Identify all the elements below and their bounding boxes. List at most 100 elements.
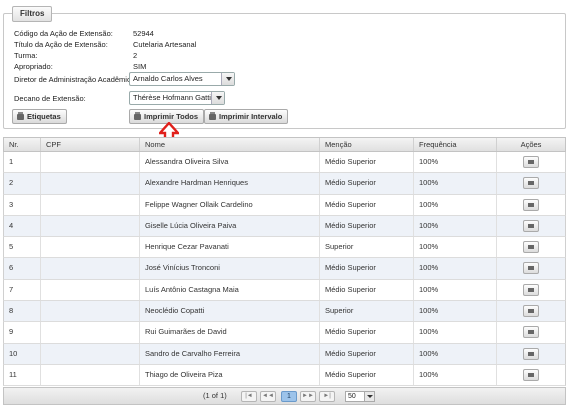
print-certificate-button[interactable] — [523, 219, 539, 232]
dean-label: Decano de Extensão: — [14, 94, 86, 103]
cell-frequencia: 100% — [414, 152, 497, 173]
cell-frequencia: 100% — [414, 343, 497, 364]
cell-nr: 6 — [4, 258, 41, 279]
print-range-button[interactable]: Imprimir Intervalo — [204, 109, 289, 124]
cell-acoes — [497, 173, 565, 193]
cell-acoes — [497, 280, 565, 300]
rows-per-page-select[interactable]: 50 — [345, 391, 375, 402]
dean-select[interactable]: Thérèse Hofmann Gatti — [129, 91, 225, 105]
cell-acoes — [497, 322, 565, 342]
prev-page-button[interactable]: ◄◄ — [260, 391, 276, 402]
table-row[interactable]: 9 Rui Guimarães de David Médio Superior 100… — [3, 322, 566, 344]
table-body: 1 Alessandra Oliveira Silva Médio Superior… — [3, 152, 566, 387]
director-select[interactable]: Arnaldo Carlos Alves — [129, 72, 235, 86]
cell-acoes — [497, 152, 565, 172]
cell-mencao: Superior — [320, 237, 414, 258]
print-certificate-button[interactable] — [523, 156, 539, 168]
cell-cpf — [41, 279, 140, 301]
cell-acoes — [497, 216, 565, 236]
print-certificate-button[interactable] — [523, 305, 539, 318]
print-certificate-button[interactable] — [523, 241, 539, 254]
cell-frequencia: 100% — [414, 194, 497, 215]
table-row[interactable]: 8 Neoclédio Copatti Superior 100% — [3, 301, 566, 323]
cell-acoes — [497, 344, 565, 364]
field-value-codigo: 52944 — [133, 29, 154, 38]
field-label-codigo: Código da Ação de Extensão: — [14, 29, 113, 38]
cell-frequencia: 100% — [414, 215, 497, 237]
cell-frequencia: 100% — [414, 301, 497, 322]
col-header-mencao[interactable]: Menção — [320, 138, 414, 151]
cell-nr: 9 — [4, 322, 41, 343]
print-certificate-button[interactable] — [523, 177, 539, 190]
cell-frequencia: 100% — [414, 322, 497, 343]
table-header: Nr. CPF Nome Menção Frequência Ações — [3, 137, 566, 152]
table-row[interactable]: 3 Felippe Wagner Ollaik Cardelino Médio Su… — [3, 194, 566, 216]
next-page-button[interactable]: ►► — [300, 391, 316, 402]
table-row[interactable]: 10 Sandro de Carvalho Ferreira Médio Super… — [3, 343, 566, 365]
cell-cpf — [41, 343, 140, 364]
cell-nome: Henrique Cezar Pavanati — [140, 237, 320, 258]
print-range-button-label: Imprimir Intervalo — [219, 112, 283, 121]
cell-nome: Rui Guimarães de David — [140, 322, 320, 343]
students-table: Nr. CPF Nome Menção Frequência Ações 1 Al… — [3, 137, 566, 387]
cell-cpf — [41, 301, 140, 322]
field-value-titulo: Cutelaria Artesanal — [133, 40, 197, 49]
chevron-down-icon[interactable] — [211, 92, 224, 104]
cell-mencao: Superior — [320, 301, 414, 322]
cell-mencao: Médio Superior — [320, 322, 414, 343]
table-row[interactable]: 7 Luís Antônio Castagna Maia Médio Superio… — [3, 279, 566, 302]
cell-mencao: Médio Superior — [320, 215, 414, 237]
cell-mencao: Médio Superior — [320, 194, 414, 215]
cell-cpf — [41, 215, 140, 237]
table-row[interactable]: 6 José Vinícius Tronconi Médio Superior 100… — [3, 258, 566, 280]
field-label-apropriado: Apropriado: — [14, 62, 53, 71]
cell-nome: Thiago de Oliveira Piza — [140, 364, 320, 386]
print-certificate-button[interactable] — [523, 198, 539, 211]
cell-nr: 5 — [4, 237, 41, 258]
table-row[interactable]: 1 Alessandra Oliveira Silva Médio Superior… — [3, 152, 566, 174]
rows-per-page-value: 50 — [348, 393, 356, 400]
cell-frequencia: 100% — [414, 364, 497, 386]
cell-nome: Alessandra Oliveira Silva — [140, 152, 320, 173]
page-info: (1 of 1) — [203, 391, 227, 400]
col-header-cpf[interactable]: CPF — [41, 138, 140, 151]
cell-acoes — [497, 195, 565, 215]
table-row[interactable]: 2 Alexandre Hardman Henriques Médio Superi… — [3, 173, 566, 195]
labels-button[interactable]: Etiquetas — [12, 109, 67, 124]
cell-nome: Sandro de Carvalho Ferreira — [140, 343, 320, 364]
cell-cpf — [41, 173, 140, 194]
print-certificate-button[interactable] — [523, 262, 539, 275]
cell-nr: 10 — [4, 343, 41, 364]
director-select-value: Arnaldo Carlos Alves — [133, 74, 203, 83]
print-all-button-label: Imprimir Todos — [144, 112, 199, 121]
table-row[interactable]: 4 Giselle Lúcia Oliveira Paiva Médio Super… — [3, 215, 566, 238]
page-button-1[interactable]: 1 — [281, 391, 297, 402]
cell-nr: 11 — [4, 364, 41, 386]
col-header-nr[interactable]: Nr. — [4, 138, 41, 151]
cell-mencao: Médio Superior — [320, 152, 414, 173]
cell-nr: 3 — [4, 194, 41, 215]
col-header-nome[interactable]: Nome — [140, 138, 320, 151]
table-row[interactable]: 5 Henrique Cezar Pavanati Superior 100% — [3, 237, 566, 259]
col-header-frequencia[interactable]: Frequência — [414, 138, 497, 151]
print-certificate-button[interactable] — [523, 347, 539, 360]
cell-nome: Alexandre Hardman Henriques — [140, 173, 320, 194]
print-certificate-button[interactable] — [523, 326, 539, 339]
cell-mencao: Médio Superior — [320, 258, 414, 279]
labels-button-label: Etiquetas — [27, 112, 61, 121]
cell-acoes — [497, 365, 565, 385]
print-certificate-button[interactable] — [523, 368, 539, 381]
cell-nr: 2 — [4, 173, 41, 194]
printer-icon — [134, 112, 141, 120]
filters-legend[interactable]: Filtros — [12, 6, 53, 22]
cell-nome: Giselle Lúcia Oliveira Paiva — [140, 215, 320, 237]
chevron-down-icon[interactable] — [221, 73, 234, 85]
last-page-button[interactable]: ►| — [319, 391, 335, 402]
first-page-button[interactable]: |◄ — [241, 391, 257, 402]
chevron-down-icon[interactable] — [364, 392, 374, 401]
table-row[interactable]: 11 Thiago de Oliveira Piza Médio Superior 1… — [3, 364, 566, 387]
paginator: (1 of 1) |◄ ◄◄ 1 ►► ►| 50 — [3, 387, 566, 405]
print-certificate-button[interactable] — [523, 283, 539, 296]
cell-frequencia: 100% — [414, 237, 497, 258]
cell-nr: 4 — [4, 215, 41, 237]
